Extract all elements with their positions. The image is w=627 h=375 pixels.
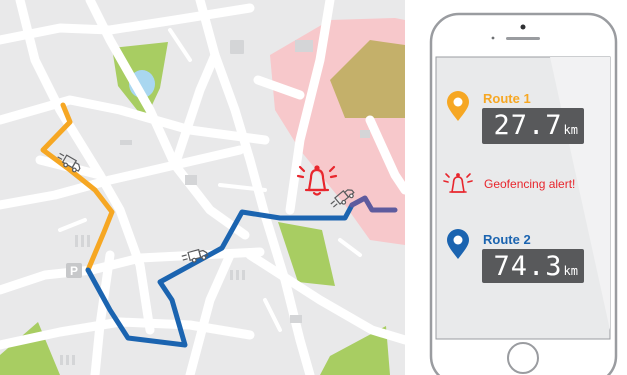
phone-sensor [491,36,495,40]
parking-label: P [70,264,78,278]
route-2-distance: 74.3 [493,251,563,282]
home-button[interactable] [507,342,539,374]
route-1-distance: 27.7 [493,110,563,141]
route-2-distance-display: 74.3km [482,249,584,283]
phone-camera [520,24,526,30]
route-1-label: Route 1 [483,91,531,106]
route-1-distance-display: 27.7km [482,108,584,144]
city-map: P [0,0,405,375]
geofencing-alert-text: Geofencing alert! [484,177,576,191]
illustration: P Route 1 27.7km Geofencing alert! Route… [0,0,627,375]
phone-speaker [506,37,540,40]
route-1-unit: km [563,123,578,137]
route-2-unit: km [563,264,578,278]
route-2-label: Route 2 [483,232,531,247]
